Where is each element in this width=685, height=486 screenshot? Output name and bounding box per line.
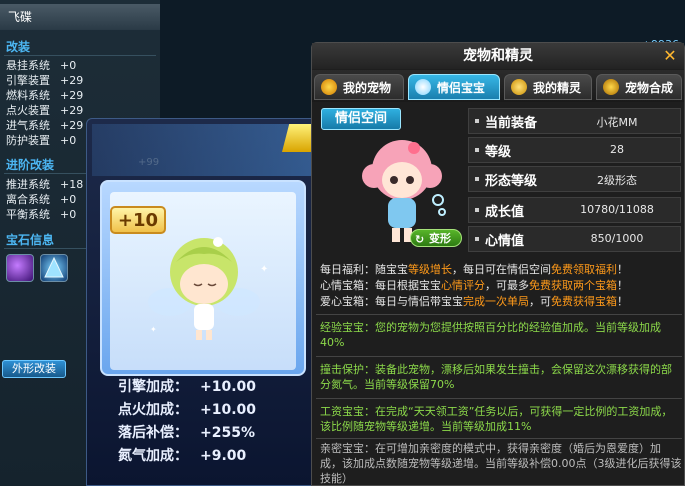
stat-value: +255% (200, 425, 255, 441)
stat-label: 平衡系统 (6, 208, 50, 221)
nitro-bonus-stat: 氮气加成： +9.00 (118, 445, 318, 467)
stat-label: 落后补偿： (118, 425, 188, 441)
info-key: 当前装备 (485, 116, 538, 131)
faded-number: +99 (138, 157, 160, 168)
exp-baby-skill: 经验宝宝：您的宠物为您提供按照百分比的经验值加成。当前等级加成40% (320, 321, 661, 349)
divider (316, 314, 682, 315)
info-value: 28 (610, 143, 624, 156)
tab-label: 我的宠物 (343, 81, 392, 95)
stat-label: 悬挂系统 (6, 59, 50, 72)
tab-couple-baby[interactable]: 情侣宝宝 (408, 74, 500, 100)
stat-label: 防护装置 (6, 134, 50, 147)
tab-label: 宠物合成 (625, 81, 674, 95)
stat-row-ignition: 点火装置 +29 (6, 103, 156, 118)
stat-value: +0 (60, 193, 77, 206)
stat-label: 引擎加成： (118, 379, 188, 395)
stat-row-fuel: 燃料系统 +29 (6, 88, 156, 103)
stat-label: 点火加成： (118, 402, 188, 418)
sprite-icon (511, 79, 527, 95)
transform-label: 变形 (429, 232, 451, 245)
purple-gem-icon[interactable] (6, 254, 34, 282)
info-value: 10780/11088 (580, 203, 654, 216)
stat-value: +0 (60, 208, 77, 221)
info-value: 2级形态 (597, 174, 637, 187)
gem-info-heading: 宝石信息 (6, 233, 55, 247)
ignition-bonus-stat: 点火加成： +10.00 (118, 399, 318, 421)
intimacy-baby-skill: 亲密宝宝：在可增加亲密度的模式中，获得亲密度（婚后为恩爱度）加成，该加成点数随宠… (320, 442, 682, 485)
stat-label: 引擎装置 (6, 74, 50, 87)
stat-value: +29 (60, 74, 84, 87)
divider (4, 55, 156, 56)
info-row-mood: 心情值 850/1000 (468, 226, 681, 252)
bullet-icon (475, 119, 479, 123)
blue-gem-icon[interactable] (40, 254, 68, 282)
bullet-icon (475, 148, 479, 152)
info-key: 等级 (485, 145, 512, 160)
collision-protect-skill: 撞击保护：装备此宠物，漂移后如果发生撞击，会保留这次漂移获得的部分氮气。当前等级… (320, 363, 672, 391)
stat-label: 进气系统 (6, 119, 50, 132)
stat-value: +10.00 (200, 402, 257, 418)
svg-text:✦: ✦ (150, 325, 157, 334)
bullet-icon (475, 177, 479, 181)
stat-value: +29 (60, 119, 84, 132)
advanced-modification-heading: 进阶改装 (6, 158, 55, 172)
divider (316, 356, 682, 357)
info-key: 心情值 (485, 234, 525, 249)
refresh-icon: ↻ (415, 233, 425, 246)
stat-value: +0 (60, 59, 77, 72)
car-name-title: 飞碟 (0, 4, 160, 30)
synthesis-icon (603, 79, 619, 95)
svg-text:✦: ✦ (260, 264, 268, 275)
stat-value: +9.00 (200, 448, 247, 464)
info-value: 850/1000 (590, 232, 644, 245)
info-row-form-level: 形态等级 2级形态 (468, 166, 681, 192)
bullet-icon (475, 237, 479, 241)
baby-icon (415, 79, 431, 95)
stat-value: +29 (60, 89, 84, 102)
divider (316, 398, 682, 399)
stat-label: 离合系统 (6, 193, 50, 206)
daily-benefit-line: 每日福利：随宝宝等级增长，每日可在情侣空间免费领取福利！ (320, 263, 628, 276)
tab-label: 情侣宝宝 (437, 81, 486, 95)
stat-label: 氮气加成： (118, 448, 188, 464)
love-chest-line: 爱心宝箱：每日与情侣带宝宝完成一次单局，可免费获得宝箱！ (320, 295, 628, 308)
pet-level-badge: +10 (110, 206, 166, 234)
appearance-modify-button[interactable]: 外形改装 (2, 360, 66, 378)
stat-value: +29 (60, 104, 84, 117)
stat-value: +18 (60, 178, 84, 191)
tab-my-pets[interactable]: 我的宠物 (314, 74, 404, 100)
info-key: 成长值 (485, 205, 525, 220)
info-key: 形态等级 (485, 174, 538, 189)
modification-heading: 改装 (6, 40, 31, 54)
stat-value: +0 (60, 134, 77, 147)
stat-label: 燃料系统 (6, 89, 50, 102)
mood-chest-line: 心情宝箱：每日根据宝宝心情评分，可最多免费获取两个宝箱！ (320, 279, 628, 292)
catchup-bonus-stat: 落后补偿： +255% (118, 422, 318, 444)
couple-space-label: 情侣空间 (321, 108, 401, 130)
stat-label: 推进系统 (6, 178, 50, 191)
salary-baby-skill: 工资宝宝：在完成“天天领工资”任务以后，可获得一定比例的工资加成，该比例随宠物等… (320, 405, 673, 433)
dialog-title: 宠物和精灵 (312, 43, 684, 69)
stat-label: 点火装置 (6, 104, 50, 117)
stat-value: +10.00 (200, 379, 257, 395)
info-row-level: 等级 28 (468, 137, 681, 163)
stat-row-engine: 引擎装置 +29 (6, 73, 156, 88)
paw-icon (321, 79, 337, 95)
tab-label: 我的精灵 (533, 81, 582, 95)
info-row-growth: 成长值 10780/11088 (468, 197, 681, 223)
close-icon[interactable]: ✕ (660, 46, 680, 66)
bullet-icon (475, 208, 479, 212)
divider (316, 438, 682, 439)
info-value: 小花MM (596, 116, 638, 129)
transform-button[interactable]: ↻ 变形 (410, 229, 462, 247)
tab-pet-synthesis[interactable]: 宠物合成 (596, 74, 682, 100)
stat-row-suspension: 悬挂系统 +0 (6, 58, 156, 73)
info-row-equipped: 当前装备 小花MM (468, 108, 681, 134)
tab-my-sprites[interactable]: 我的精灵 (504, 74, 592, 100)
engine-bonus-stat: 引擎加成： +10.00 (118, 376, 318, 398)
